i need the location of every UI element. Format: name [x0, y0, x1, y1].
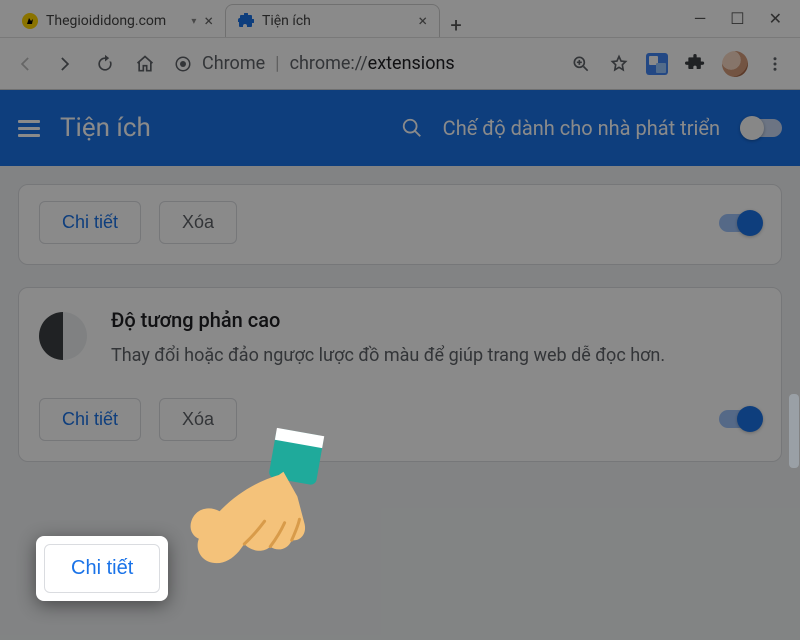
extension-description: Thay đổi hoặc đảo ngược lược đồ màu để g…: [111, 342, 761, 370]
tab-audio-icon: ▾: [191, 16, 196, 27]
favicon-extensions: [238, 13, 254, 29]
details-button[interactable]: Chi tiết: [39, 201, 141, 244]
minimize-button[interactable]: —: [694, 9, 707, 28]
details-button[interactable]: Chi tiết: [39, 398, 141, 441]
extensions-header: Tiện ích Chế độ dành cho nhà phát triển: [0, 90, 800, 166]
menu-icon[interactable]: [18, 120, 40, 137]
kebab-menu-icon[interactable]: [764, 53, 786, 75]
tab-extensions[interactable]: Tiện ích ×: [225, 4, 440, 37]
high-contrast-icon: [39, 312, 87, 360]
window-controls: — ☐ ✕: [676, 0, 800, 37]
scrollbar-thumb[interactable]: [789, 394, 799, 468]
url-text: chrome://extensions: [290, 53, 455, 74]
url-separator: |: [275, 53, 279, 74]
site-info-icon[interactable]: [174, 55, 192, 73]
extension-toggle[interactable]: [719, 214, 761, 232]
remove-button[interactable]: Xóa: [159, 201, 237, 244]
bookmark-star-icon[interactable]: [608, 53, 630, 75]
back-button[interactable]: [14, 53, 36, 75]
remove-button[interactable]: Xóa: [159, 398, 237, 441]
extension-card-1: Chi tiết Xóa: [18, 184, 782, 265]
extension-card-high-contrast: Độ tương phản cao Thay đổi hoặc đảo ngượ…: [18, 287, 782, 462]
window-titlebar: Thegioididong.com ▾ × Tiện ích × + — ☐ ✕: [0, 0, 800, 38]
details-button[interactable]: Chi tiết: [44, 544, 160, 593]
extension-toggle[interactable]: [719, 410, 761, 428]
tab-title: Thegioididong.com: [46, 13, 183, 29]
extensions-puzzle-icon[interactable]: [684, 53, 706, 75]
url-prefix: Chrome: [202, 53, 265, 74]
developer-mode-label: Chế độ dành cho nhà phát triển: [443, 116, 720, 140]
tab-title: Tiện ích: [262, 13, 410, 29]
maximize-button[interactable]: ☐: [730, 9, 744, 28]
close-window-button[interactable]: ✕: [769, 9, 782, 28]
tab-close-icon[interactable]: ×: [204, 13, 213, 29]
search-icon[interactable]: [401, 117, 423, 139]
google-translate-icon[interactable]: [646, 53, 668, 75]
favicon-tgdd: [22, 13, 38, 29]
home-button[interactable]: [134, 53, 156, 75]
tab-thegioididong[interactable]: Thegioididong.com ▾ ×: [10, 5, 225, 37]
tab-strip: Thegioididong.com ▾ × Tiện ích × +: [0, 0, 676, 37]
page-title: Tiện ích: [60, 113, 151, 143]
zoom-icon[interactable]: [570, 53, 592, 75]
highlighted-details-button[interactable]: Chi tiết: [36, 536, 168, 601]
new-tab-button[interactable]: +: [440, 13, 472, 37]
developer-mode-toggle[interactable]: [740, 119, 782, 137]
forward-button[interactable]: [54, 53, 76, 75]
extension-name: Độ tương phản cao: [111, 308, 761, 332]
tab-close-icon[interactable]: ×: [418, 13, 427, 29]
reload-button[interactable]: [94, 53, 116, 75]
profile-avatar[interactable]: [722, 51, 748, 77]
toolbar: Chrome | chrome://extensions: [0, 38, 800, 90]
omnibox[interactable]: Chrome | chrome://extensions: [174, 53, 552, 74]
